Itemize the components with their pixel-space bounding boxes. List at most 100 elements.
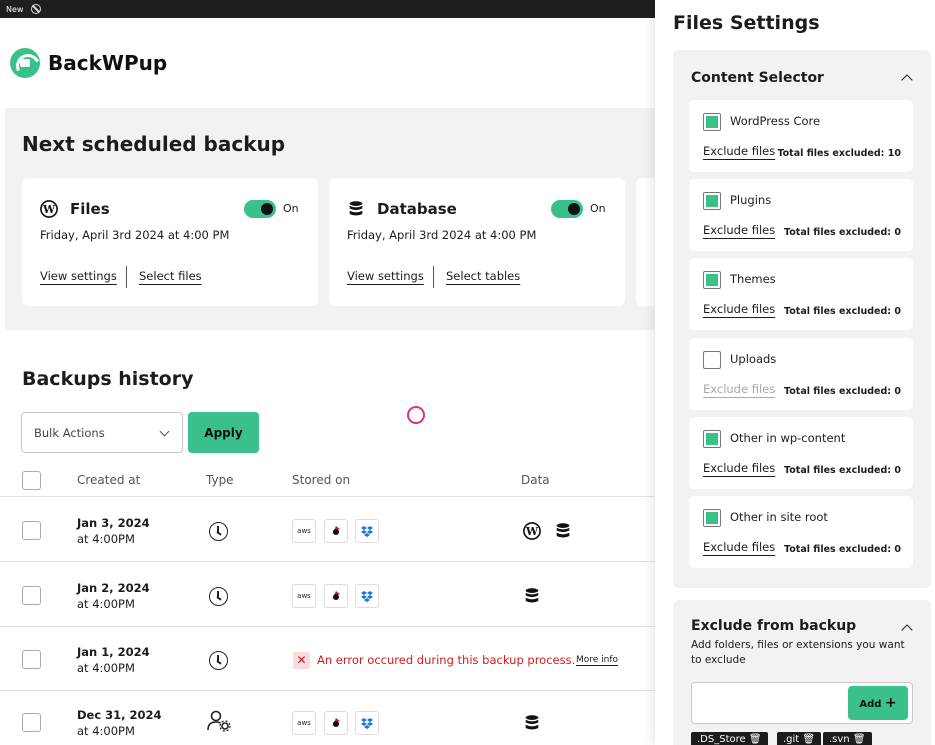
- plugins-checkbox[interactable]: [703, 192, 721, 210]
- total-excluded: Total files excluded: 0: [784, 386, 901, 397]
- add-exclusion-button[interactable]: Add +: [848, 686, 908, 720]
- column-header-created[interactable]: Created at: [77, 473, 140, 487]
- bulk-actions-select[interactable]: Bulk Actions: [21, 412, 183, 453]
- exclusion-tag[interactable]: .DS_Store 🗑: [691, 732, 768, 745]
- table-row: Dec 31, 2024 at 4:00PM aws: [0, 690, 655, 745]
- files-schedule-card: W Files On Friday, April 3rd 2024 at 4:0…: [22, 178, 318, 306]
- view-settings-link[interactable]: View settings: [347, 269, 424, 283]
- cursor-indicator: [407, 406, 425, 424]
- card-title: Database: [377, 200, 457, 218]
- content-selector-title: Content Selector: [691, 70, 824, 86]
- rackspace-icon: [324, 519, 348, 543]
- files-schedule-toggle[interactable]: [244, 200, 276, 218]
- row-checkbox[interactable]: [22, 650, 41, 669]
- link-separator: [433, 266, 434, 288]
- next-scheduled-backup-section: Next scheduled backup W Files On Friday,…: [5, 108, 676, 330]
- dropbox-icon: [355, 711, 379, 735]
- wordpress-core-checkbox[interactable]: [703, 113, 721, 131]
- add-label: Add: [859, 699, 882, 710]
- trash-icon[interactable]: 🗑: [802, 734, 815, 745]
- backup-date: Jan 2, 2024: [77, 581, 150, 595]
- svg-text:W: W: [525, 525, 539, 538]
- chevron-up-icon[interactable]: [901, 624, 913, 636]
- bulk-actions-value: Bulk Actions: [34, 426, 105, 440]
- themes-checkbox[interactable]: [703, 271, 721, 289]
- card-title: Files: [70, 200, 110, 218]
- dropbox-icon: [355, 584, 379, 608]
- trash-icon[interactable]: 🗑: [749, 734, 762, 745]
- tag-label: .DS_Store: [697, 734, 746, 745]
- backup-time: at 4:00PM: [77, 597, 135, 611]
- view-settings-link[interactable]: View settings: [40, 269, 117, 283]
- item-label: Other in wp-content: [730, 431, 846, 445]
- rackspace-icon: [324, 711, 348, 735]
- toggle-state-label: On: [283, 202, 299, 215]
- tag-label: .git: [783, 734, 800, 745]
- content-item-plugins: Plugins Exclude files Total files exclud…: [689, 179, 913, 251]
- table-row: Jan 1, 2024 at 4:00PM ✕ An error occured…: [0, 627, 655, 691]
- row-checkbox[interactable]: [22, 713, 41, 732]
- next-backup-date: Friday, April 3rd 2024 at 4:00 PM: [347, 228, 537, 242]
- apply-button[interactable]: Apply: [188, 412, 259, 453]
- new-label[interactable]: New: [6, 5, 23, 14]
- exclude-description: Add folders, files or extensions you wan…: [691, 639, 905, 666]
- column-header-stored[interactable]: Stored on: [292, 473, 350, 487]
- select-all-checkbox[interactable]: [22, 471, 41, 490]
- column-header-data[interactable]: Data: [521, 473, 550, 487]
- error-message: An error occured during this backup proc…: [317, 653, 576, 667]
- item-label: WordPress Core: [730, 114, 821, 128]
- column-header-type[interactable]: Type: [206, 473, 234, 487]
- select-files-link[interactable]: Select files: [139, 269, 202, 283]
- content-item-themes: Themes Exclude files Total files exclude…: [689, 258, 913, 330]
- toggle-state-label: On: [590, 202, 606, 215]
- exclude-files-link-disabled: Exclude files: [703, 382, 776, 396]
- clock-icon: [209, 522, 228, 541]
- item-label: Plugins: [730, 193, 772, 207]
- clock-icon: [209, 587, 228, 606]
- table-header: Created at Type Stored on Data: [0, 465, 655, 497]
- chevron-up-icon[interactable]: [901, 74, 913, 86]
- section-title: Next scheduled backup: [22, 132, 286, 156]
- total-excluded: Total files excluded: 10: [777, 148, 901, 159]
- database-icon: [349, 201, 363, 216]
- backup-time: at 4:00PM: [77, 661, 135, 675]
- user-gear-icon: [207, 710, 231, 732]
- content-item-other-site-root: Other in site root Exclude files Total f…: [689, 496, 913, 568]
- backup-time: at 4:00PM: [77, 724, 135, 738]
- wordpress-icon: W: [40, 200, 58, 218]
- no-entry-icon: [31, 4, 42, 14]
- content-item-wordpress-core: WordPress Core Exclude files Total files…: [689, 100, 913, 172]
- row-checkbox[interactable]: [22, 586, 41, 605]
- exclude-files-link[interactable]: Exclude files: [703, 540, 775, 554]
- error-icon: ✕: [293, 652, 310, 669]
- next-backup-date: Friday, April 3rd 2024 at 4:00 PM: [40, 228, 230, 242]
- item-label: Themes: [730, 272, 776, 286]
- more-info-link[interactable]: More info: [576, 655, 618, 665]
- database-schedule-toggle[interactable]: [551, 200, 583, 218]
- exclude-files-link[interactable]: Exclude files: [703, 144, 775, 158]
- exclusion-tag[interactable]: .svn 🗑: [823, 732, 872, 745]
- backup-date: Jan 1, 2024: [77, 645, 150, 659]
- clock-icon: [209, 651, 228, 670]
- table-row: Jan 2, 2024 at 4:00PM aws: [0, 563, 655, 627]
- database-icon: [556, 523, 570, 538]
- exclude-files-link[interactable]: Exclude files: [703, 302, 775, 316]
- database-schedule-card: Database On Friday, April 3rd 2024 at 4:…: [329, 178, 625, 306]
- select-tables-link[interactable]: Select tables: [446, 269, 520, 283]
- total-excluded: Total files excluded: 0: [784, 465, 901, 476]
- other-wp-content-checkbox[interactable]: [703, 430, 721, 448]
- other-site-root-checkbox[interactable]: [703, 509, 721, 527]
- backup-time: at 4:00PM: [77, 532, 135, 546]
- plus-icon: +: [884, 695, 897, 711]
- trash-icon[interactable]: 🗑: [853, 734, 866, 745]
- backup-date: Dec 31, 2024: [77, 708, 162, 722]
- content-item-uploads: Uploads Exclude files Total files exclud…: [689, 338, 913, 410]
- aws-icon: aws: [292, 519, 316, 543]
- uploads-checkbox[interactable]: [703, 351, 721, 369]
- row-checkbox[interactable]: [22, 521, 41, 540]
- backups-history-title: Backups history: [22, 368, 194, 390]
- exclude-files-link[interactable]: Exclude files: [703, 223, 775, 237]
- aws-text: aws: [297, 592, 311, 600]
- exclude-files-link[interactable]: Exclude files: [703, 461, 775, 475]
- exclusion-tag[interactable]: .git 🗑: [777, 732, 822, 745]
